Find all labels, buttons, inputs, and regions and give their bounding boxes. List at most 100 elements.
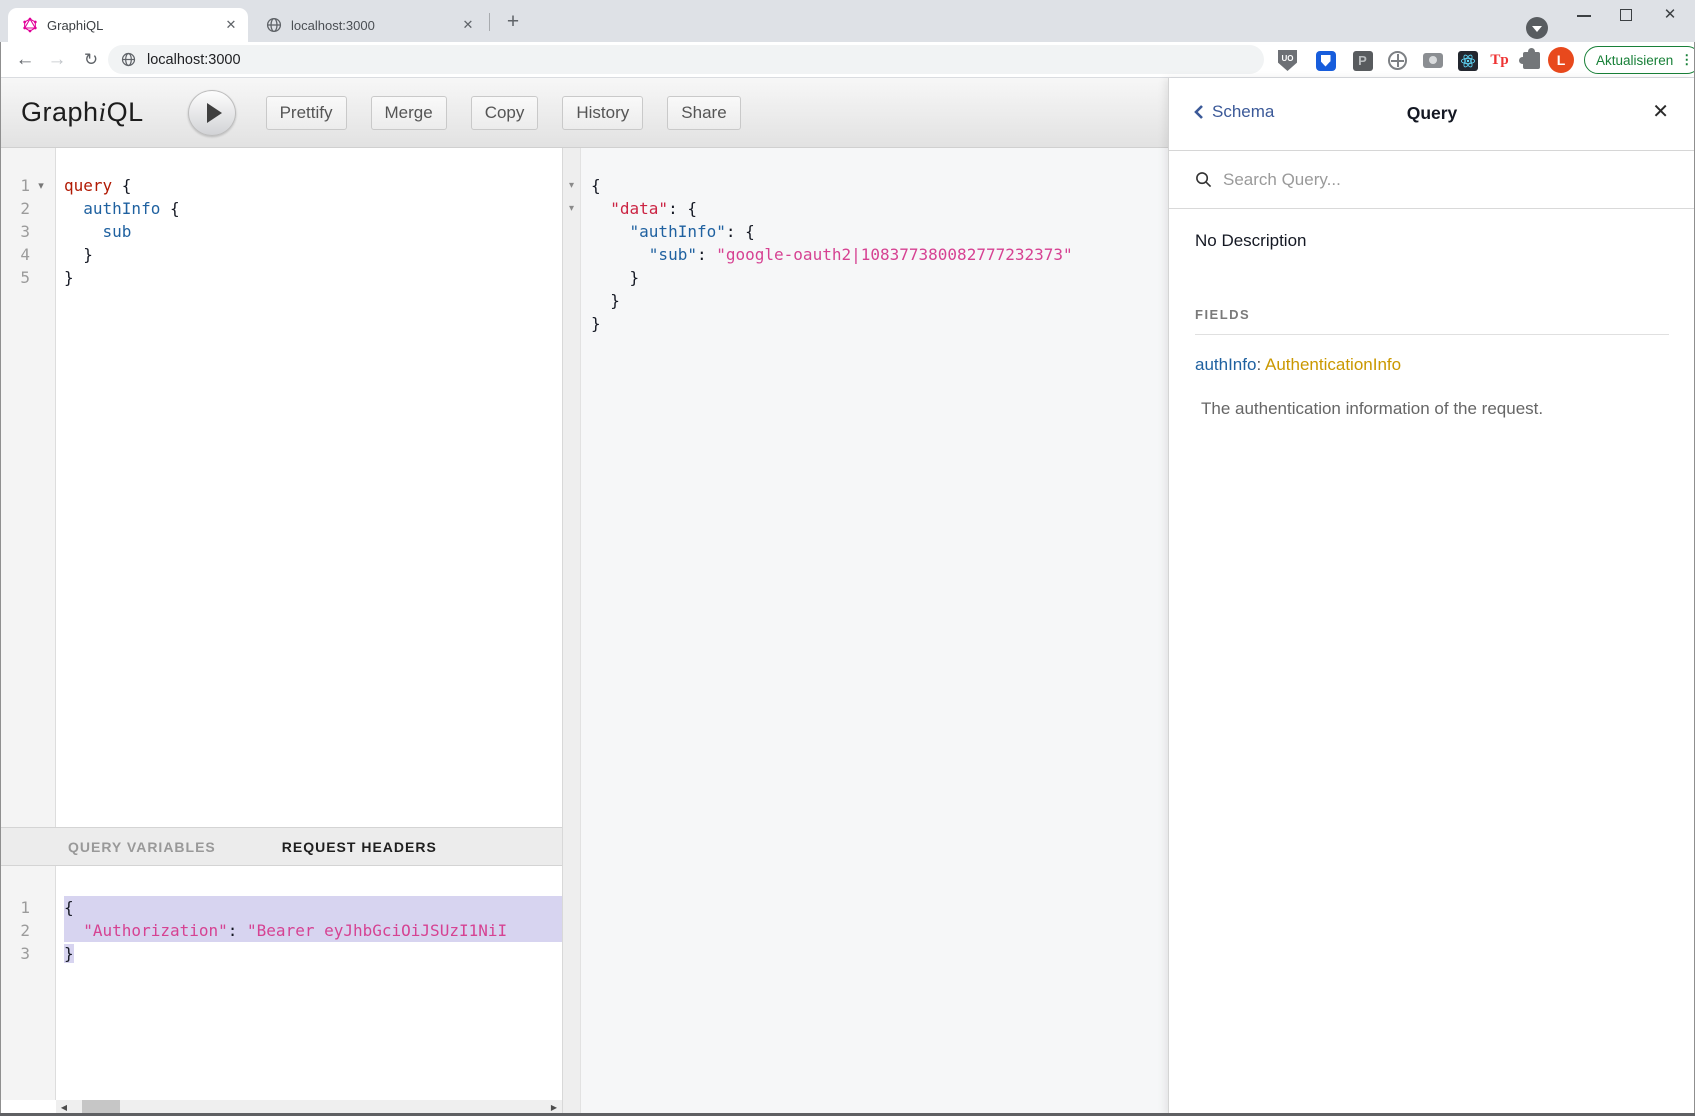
site-globe-icon[interactable] [121, 52, 136, 67]
tab-graphiql[interactable]: GraphiQL ✕ [8, 8, 248, 42]
field-row-authinfo: authInfo: AuthenticationInfo [1195, 355, 1669, 375]
code-line[interactable]: "Authorization": "Bearer eyJhbGciOiJSUzI… [64, 919, 562, 942]
pcloud-extension-icon[interactable]: P [1352, 50, 1373, 71]
headers-editor-code[interactable]: { "Authorization": "Bearer eyJhbGciOiJSU… [57, 866, 562, 1100]
code-line[interactable]: } [591, 312, 1168, 335]
fold-arrow-icon[interactable] [30, 896, 52, 919]
tab-query-variables[interactable]: QUERY VARIABLES [68, 839, 216, 855]
doc-title: Query [1169, 103, 1695, 124]
copy-button[interactable]: Copy [471, 96, 539, 130]
doc-search-field[interactable]: Search Query... [1169, 151, 1695, 209]
fold-arrow-icon[interactable]: ▾ [563, 197, 580, 220]
merge-button[interactable]: Merge [371, 96, 447, 130]
bitwarden-extension-icon[interactable] [1315, 50, 1336, 71]
kebab-menu-icon[interactable]: ⋮ [1680, 52, 1693, 68]
fold-arrow-icon[interactable] [30, 942, 52, 965]
code-line[interactable]: sub [64, 220, 562, 243]
tab-separator [489, 13, 490, 31]
search-placeholder: Search Query... [1223, 170, 1341, 190]
fold-arrow-icon[interactable] [30, 919, 52, 942]
share-button[interactable]: Share [667, 96, 740, 130]
browser-toolbar: ← → ↻ localhost:3000 UO P Tp L Aktualisi… [0, 42, 1695, 78]
tp-extension-icon[interactable]: Tp [1489, 50, 1510, 71]
back-button[interactable]: ← [12, 47, 38, 73]
doc-close-icon[interactable]: ✕ [1652, 99, 1669, 123]
p-letter-icon: P [1353, 51, 1373, 71]
new-tab-button[interactable]: + [500, 9, 526, 35]
code-line[interactable]: } [64, 942, 562, 965]
tab-localhost[interactable]: localhost:3000 ✕ [252, 8, 485, 42]
doc-body: No Description FIELDS authInfo: Authenti… [1169, 209, 1695, 419]
code-line[interactable]: { [64, 896, 562, 919]
minimize-button[interactable] [1566, 0, 1602, 30]
globe-icon [266, 17, 282, 33]
query-editor-code[interactable]: query { authInfo { sub }} [57, 148, 562, 827]
doc-explorer-header: Schema Query ✕ [1169, 78, 1695, 151]
react-devtools-extension-icon[interactable] [1457, 50, 1478, 71]
camera-extension-icon[interactable] [1422, 50, 1443, 71]
fold-arrow-icon[interactable]: ▾ [30, 174, 52, 197]
field-type-link[interactable]: AuthenticationInfo [1265, 355, 1401, 374]
fold-arrow-icon[interactable] [563, 312, 580, 335]
headers-editor-gutter: 123 [0, 866, 56, 1100]
code-line[interactable]: } [64, 266, 562, 289]
secondary-editor-tabs: QUERY VARIABLES REQUEST HEADERS [0, 827, 562, 866]
request-headers-editor[interactable]: 123 { "Authorization": "Bearer eyJhbGciO… [0, 866, 562, 1100]
field-name-link[interactable]: authInfo [1195, 355, 1256, 374]
code-line[interactable]: authInfo { [64, 197, 562, 220]
code-line[interactable]: } [64, 243, 562, 266]
profile-avatar[interactable]: L [1548, 47, 1574, 73]
react-atom-icon [1458, 51, 1478, 71]
maximize-button[interactable] [1608, 0, 1644, 30]
graphiql-logo: GraphiQL [21, 97, 144, 128]
forward-button[interactable]: → [44, 47, 70, 73]
fields-divider [1195, 334, 1669, 335]
browser-window: GraphiQL ✕ localhost:3000 ✕ + ✕ ← → ↻ lo… [0, 0, 1695, 1116]
crosshair-extension-icon[interactable] [1387, 50, 1408, 71]
code-line[interactable]: query { [64, 174, 562, 197]
query-editor[interactable]: 1▾2345 query { authInfo { sub }} [0, 148, 562, 827]
code-line[interactable]: "sub": "google-oauth2|108377380082777232… [591, 243, 1168, 266]
fold-arrow-icon[interactable] [30, 243, 52, 266]
code-line[interactable]: "data": { [591, 197, 1168, 220]
chrome-update-icon[interactable] [1526, 17, 1548, 39]
line-number: 2 [0, 197, 30, 220]
prettify-button[interactable]: Prettify [266, 96, 347, 130]
field-description: The authentication information of the re… [1201, 399, 1669, 419]
code-line[interactable]: { [591, 174, 1168, 197]
fold-arrow-icon[interactable] [563, 266, 580, 289]
fold-arrow-icon[interactable] [563, 289, 580, 312]
window-close-button[interactable]: ✕ [1652, 0, 1688, 30]
puzzle-icon [1523, 52, 1540, 69]
address-url[interactable]: localhost:3000 [147, 52, 241, 68]
fold-arrow-icon[interactable] [563, 220, 580, 243]
line-number: 3 [0, 942, 30, 965]
fold-arrow-icon[interactable]: ▾ [563, 174, 580, 197]
fold-arrow-icon[interactable] [563, 243, 580, 266]
ublock-extension-icon[interactable]: UO [1277, 50, 1298, 71]
extensions-puzzle-icon[interactable] [1521, 50, 1542, 71]
tab-title: localhost:3000 [291, 18, 459, 33]
result-viewer: ▾▾ { "data": { "authInfo": { "sub": "goo… [562, 148, 1168, 1116]
fold-arrow-icon[interactable] [30, 266, 52, 289]
tab-close-icon[interactable]: ✕ [459, 16, 477, 34]
code-line[interactable]: "authInfo": { [591, 220, 1168, 243]
update-button-label: Aktualisieren [1596, 53, 1673, 68]
history-button[interactable]: History [562, 96, 643, 130]
fold-arrow-icon[interactable] [30, 220, 52, 243]
execute-query-button[interactable] [188, 90, 236, 136]
code-line[interactable]: } [591, 289, 1168, 312]
no-description-text: No Description [1195, 231, 1669, 251]
tab-request-headers[interactable]: REQUEST HEADERS [282, 839, 437, 855]
crosshair-icon [1388, 51, 1407, 70]
code-line[interactable]: } [591, 266, 1168, 289]
tab-close-icon[interactable]: ✕ [222, 16, 240, 34]
maximize-icon [1620, 9, 1632, 21]
field-separator: : [1256, 355, 1261, 374]
browser-update-button[interactable]: Aktualisieren ⋮ [1584, 46, 1695, 74]
result-json: { "data": { "authInfo": { "sub": "google… [582, 148, 1168, 1116]
line-number: 3 [0, 220, 30, 243]
reload-button[interactable]: ↻ [78, 47, 104, 73]
fold-arrow-icon[interactable] [30, 197, 52, 220]
address-bar[interactable]: localhost:3000 [108, 45, 1264, 74]
